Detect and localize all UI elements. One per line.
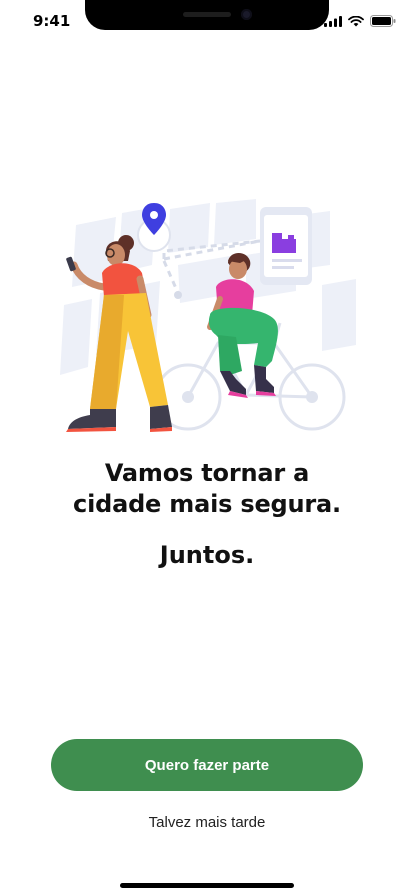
- headline-line-2: cidade mais segura.: [73, 490, 341, 518]
- rear-hub: [306, 391, 318, 403]
- onboarding-headline: Vamos tornar a cidade mais segura.: [0, 458, 414, 520]
- device-notch: [85, 0, 329, 30]
- status-bar: 9:41: [0, 0, 414, 44]
- route-dot: [174, 291, 182, 299]
- wifi-icon: [348, 15, 364, 26]
- battery-icon: [370, 15, 396, 27]
- home-indicator: [120, 883, 294, 888]
- status-time: 9:41: [33, 12, 71, 30]
- onboarding-subline: Juntos.: [159, 541, 255, 569]
- status-icons: [324, 15, 396, 27]
- front-camera: [241, 9, 252, 20]
- city-people-illustration: [60, 199, 356, 432]
- join-button[interactable]: Quero fazer parte: [51, 739, 363, 791]
- front-hub: [182, 391, 194, 403]
- headline-line-1: Vamos tornar a: [104, 459, 310, 487]
- speaker-grille: [183, 12, 231, 17]
- city-sign-card: [260, 207, 312, 285]
- cellular-signal-icon: [324, 15, 342, 27]
- maybe-later-link[interactable]: Talvez mais tarde: [0, 814, 414, 831]
